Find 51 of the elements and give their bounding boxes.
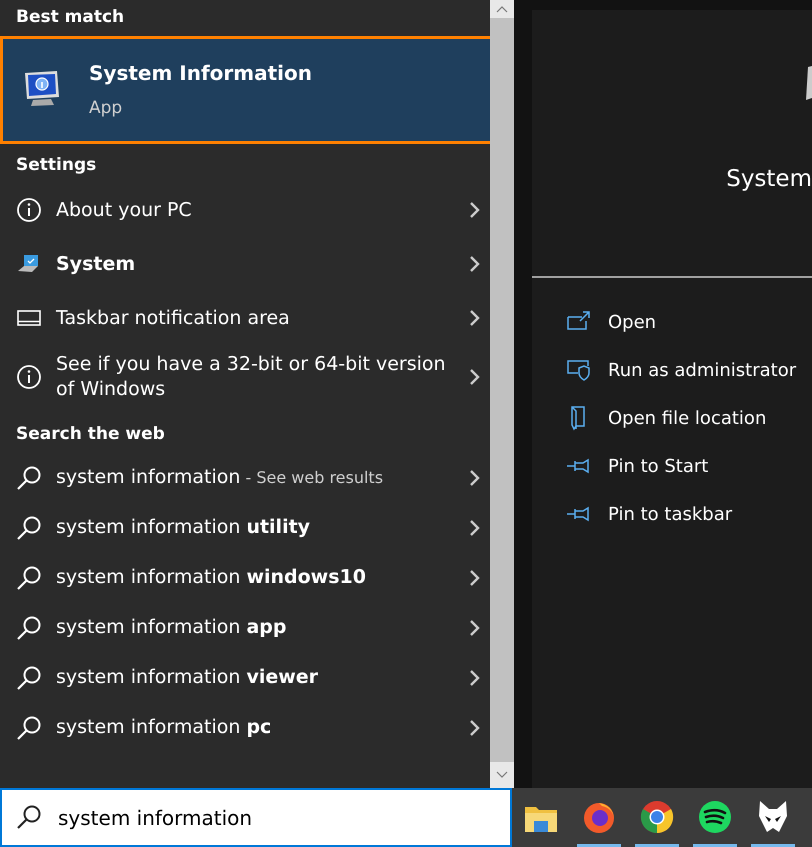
result-type: App xyxy=(89,96,124,120)
scroll-down-icon xyxy=(496,771,508,779)
cat-face-icon xyxy=(757,800,789,834)
section-heading: Best match xyxy=(15,6,126,29)
web-suggestion[interactable]: system information utility xyxy=(0,502,490,552)
chevron-right-icon xyxy=(468,618,482,638)
fox-globe-icon xyxy=(582,800,616,834)
web-suggestion[interactable]: system information windows10 xyxy=(0,552,490,602)
best-match-result[interactable]: System Information App xyxy=(0,36,490,144)
chevron-right-icon xyxy=(468,468,482,488)
settings-result[interactable]: System xyxy=(0,237,490,291)
chevron-right-icon xyxy=(468,254,482,274)
chevron-right-icon xyxy=(468,367,482,387)
search-icon xyxy=(16,614,42,640)
info-icon xyxy=(16,364,42,390)
action-item[interactable]: Pin to Start xyxy=(532,442,812,490)
scroll-up-icon xyxy=(496,5,508,13)
chevron-right-icon xyxy=(468,668,482,688)
settings-result[interactable]: About your PC xyxy=(0,183,490,237)
settings-result[interactable]: Taskbar notification area xyxy=(0,291,490,345)
action-item[interactable]: Open file location xyxy=(532,394,812,442)
settings-result[interactable]: See if you have a 32-bit or 64-bit version of Windows xyxy=(0,345,490,409)
app-icon xyxy=(806,66,812,102)
folder-icon xyxy=(524,804,558,834)
preview-title: System xyxy=(726,165,812,194)
search-icon xyxy=(16,714,42,740)
web-suggestion[interactable]: system information app xyxy=(0,602,490,652)
chevron-right-icon xyxy=(468,308,482,328)
search-icon xyxy=(16,664,42,690)
result-title: System Information xyxy=(89,60,312,87)
action-item[interactable]: Pin to taskbar xyxy=(532,490,812,538)
action-item[interactable]: Run as administrator xyxy=(532,346,812,394)
section-heading: Search the web xyxy=(15,423,166,446)
browser-wheel-icon xyxy=(640,800,674,834)
sound-waves-icon xyxy=(698,800,732,834)
web-suggestion[interactable]: system information pc xyxy=(0,702,490,752)
search-icon xyxy=(16,564,42,590)
search-icon xyxy=(16,514,42,540)
web-suggestion[interactable]: system information viewer xyxy=(0,652,490,702)
chevron-right-icon xyxy=(468,568,482,588)
chevron-right-icon xyxy=(468,718,482,738)
chevron-right-icon xyxy=(468,518,482,538)
search-icon xyxy=(16,464,42,490)
info-icon xyxy=(16,197,42,223)
web-suggestion[interactable]: system information - See web results xyxy=(0,452,490,502)
chevron-right-icon xyxy=(468,200,482,220)
action-item[interactable]: Open xyxy=(532,298,812,346)
search-icon xyxy=(16,804,42,830)
search-field[interactable]: system information xyxy=(0,788,512,847)
scrollbar[interactable] xyxy=(490,0,514,788)
section-heading: Settings xyxy=(15,154,98,176)
